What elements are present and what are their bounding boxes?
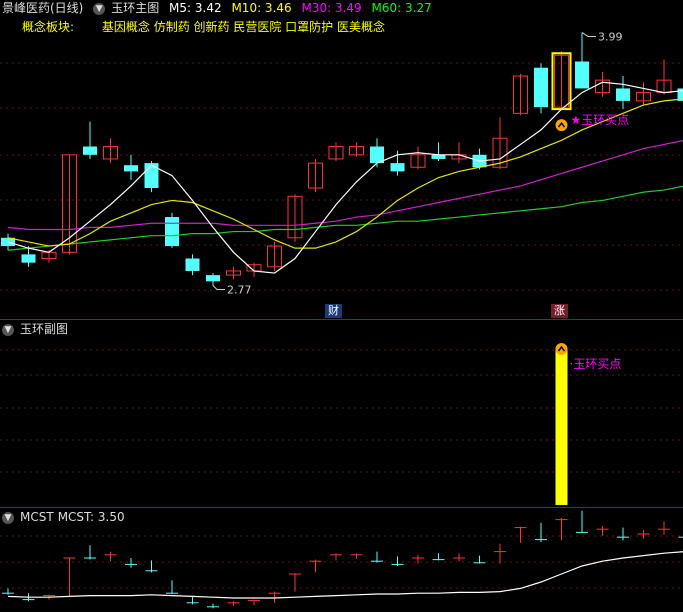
candle-body: [83, 146, 97, 155]
sub-buy-signal-label: ·玉环买点: [570, 357, 622, 371]
high-label: 3.99: [598, 30, 623, 43]
buy-signal-icon: [555, 119, 568, 132]
candle-body: [616, 88, 630, 101]
candle-body: [165, 217, 179, 247]
sub-buy-signal-icon: [555, 343, 568, 355]
candle-body: [206, 275, 220, 282]
candle-body: [124, 165, 138, 172]
sub-signal-bar: [555, 348, 568, 505]
mcst-line: [7, 551, 683, 599]
ma5-line: [7, 81, 683, 274]
low-label: 2.77: [227, 283, 252, 296]
ma60-line: [7, 185, 683, 251]
high-pointer: [581, 32, 596, 37]
candle-body: [534, 67, 548, 108]
candle-body: [144, 163, 159, 188]
low-pointer: [212, 285, 225, 290]
candle-body: [21, 254, 36, 263]
candle-body: [390, 163, 405, 172]
buy-signal-label: ★玉环买点: [571, 113, 630, 127]
ma30-line: [7, 139, 683, 231]
kline-chart[interactable]: 3.99 2.77 ★玉环买点 ·玉环买点: [0, 0, 683, 612]
candle-body: [575, 61, 589, 89]
candle-body: [431, 154, 446, 159]
candle-body: [185, 258, 200, 271]
